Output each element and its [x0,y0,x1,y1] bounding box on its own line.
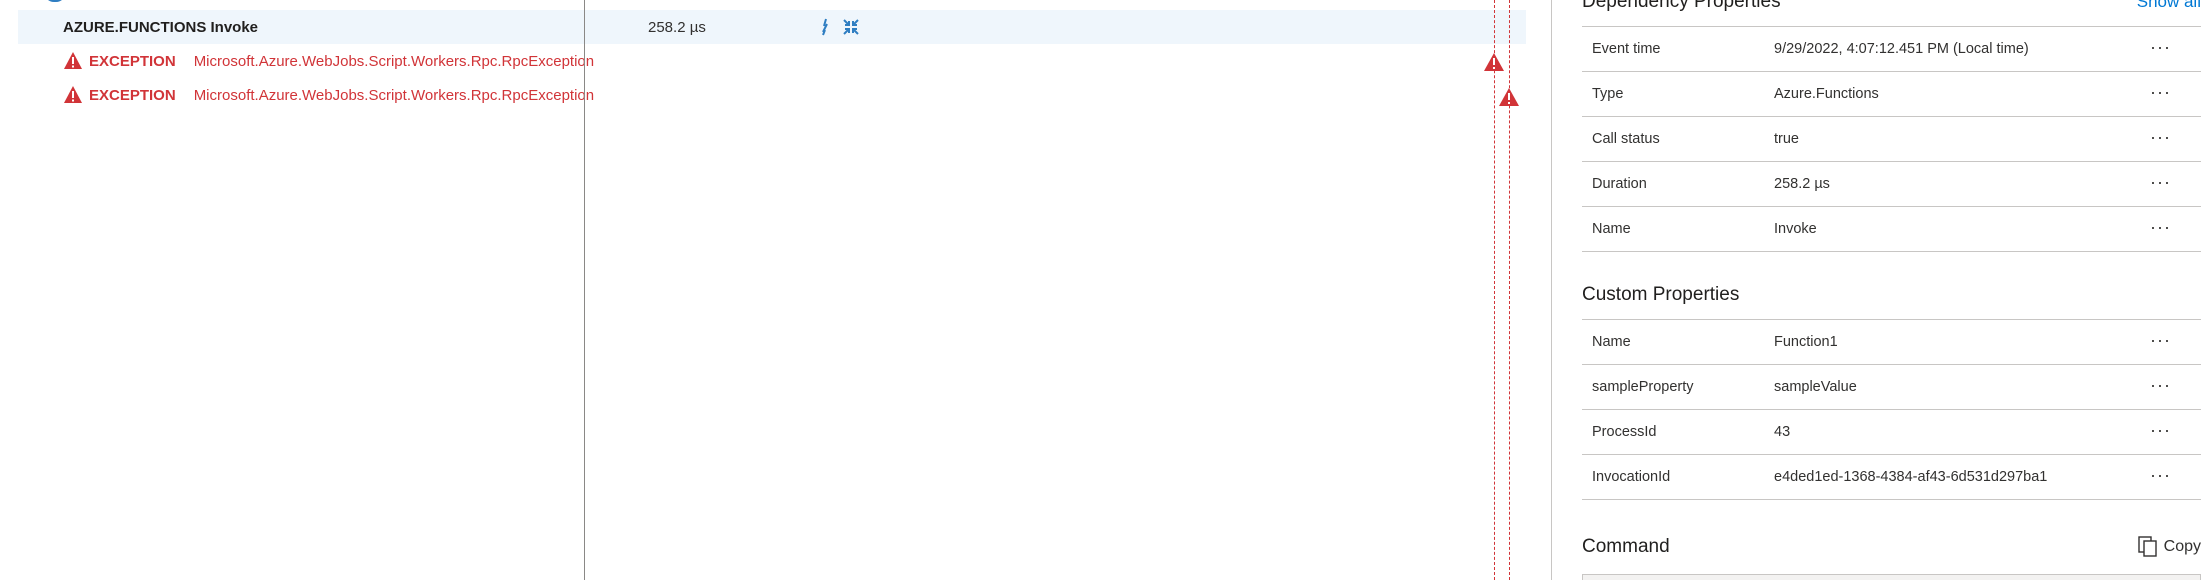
command-title: Command [1582,536,1670,557]
property-row: Duration 258.2 µs ··· [1582,162,2201,207]
collapse-icon[interactable] [842,18,860,36]
property-value: Function1 [1774,334,1838,350]
dependency-duration: 258.2 µs [648,18,706,36]
property-key: Duration [1592,176,1647,192]
property-value: Azure.Functions [1774,86,1879,102]
dependency-row[interactable]: AZURE.FUNCTIONS Invoke 258.2 µs [0,10,1540,44]
more-icon[interactable]: ··· [2150,420,2171,441]
dependency-name: AZURE.FUNCTIONS Invoke [63,18,259,36]
property-key: ProcessId [1592,424,1657,440]
exception-type: Microsoft.Azure.WebJobs.Script.Workers.R… [193,52,595,70]
property-row: Name Function1 ··· [1582,320,2201,365]
copy-icon [2137,536,2157,557]
dependency-properties-title: Dependency Properties [1582,0,1781,12]
exception-row[interactable]: EXCEPTION Microsoft.Azure.WebJobs.Script… [0,44,1540,78]
more-icon[interactable]: ··· [2150,330,2171,351]
more-icon[interactable]: ··· [2150,172,2171,193]
exception-marker-line [1494,0,1495,580]
property-value: sampleValue [1774,379,1857,395]
exception-label: EXCEPTION [89,52,176,70]
property-row: Call status true ··· [1582,117,2201,162]
command-box[interactable] [1582,574,2201,580]
exception-entry: EXCEPTION Microsoft.Azure.WebJobs.Script… [63,51,594,71]
property-key: Call status [1592,131,1660,147]
property-value: 43 [1774,424,1791,440]
property-value: 258.2 µs [1774,176,1830,192]
properties-pane: Dependency Properties Show all Event tim… [1582,0,2201,580]
property-value: 9/29/2022, 4:07:12.451 PM (Local time) [1774,41,2029,57]
more-icon[interactable]: ··· [2150,217,2171,238]
property-value: e4ded1ed-1368-4384-af43-6d531d297ba1 [1774,469,2048,485]
more-icon[interactable]: ··· [2150,465,2171,486]
dependency-properties-table: Event time 9/29/2022, 4:07:12.451 PM (Lo… [1582,26,2201,252]
property-row: Type Azure.Functions ··· [1582,72,2201,117]
copy-button[interactable]: Copy [2137,536,2201,558]
property-key: Event time [1592,41,1661,57]
property-key: Name [1592,334,1631,350]
property-key: Name [1592,221,1631,237]
row-actions [820,18,860,36]
more-icon[interactable]: ··· [2150,375,2171,396]
pane-divider[interactable] [1551,0,1552,580]
property-row: Name Invoke ··· [1582,207,2201,252]
warning-icon [64,86,82,103]
operation-icon [44,0,66,2]
copy-label: Copy [2163,538,2201,555]
warning-icon [64,52,82,69]
property-row: sampleProperty sampleValue ··· [1582,365,2201,410]
property-value: Invoke [1774,221,1817,237]
exception-entry: EXCEPTION Microsoft.Azure.WebJobs.Script… [63,85,594,105]
custom-properties-title: Custom Properties [1582,284,1740,305]
property-row: Event time 9/29/2022, 4:07:12.451 PM (Lo… [1582,27,2201,72]
exception-type: Microsoft.Azure.WebJobs.Script.Workers.R… [193,86,595,104]
property-row: ProcessId 43 ··· [1582,410,2201,455]
warning-icon[interactable] [1498,87,1520,107]
more-icon[interactable]: ··· [2150,127,2171,148]
property-row: InvocationId e4ded1ed-1368-4384-af43-6d5… [1582,455,2201,500]
custom-properties-table: Name Function1 ··· sampleProperty sample… [1582,319,2201,500]
exception-row[interactable]: EXCEPTION Microsoft.Azure.WebJobs.Script… [0,78,1540,112]
property-key: InvocationId [1592,469,1671,485]
more-icon[interactable]: ··· [2150,37,2171,58]
warning-icon[interactable] [1483,52,1505,72]
property-key: sampleProperty [1592,379,1694,395]
timeline-pane: AZURE.FUNCTIONS Invoke 258.2 µs EXCEPTIO… [0,0,1540,580]
property-key: Type [1592,86,1624,102]
fork-icon[interactable] [820,18,830,36]
exception-label: EXCEPTION [89,86,176,104]
more-icon[interactable]: ··· [2150,82,2171,103]
column-divider[interactable] [584,0,585,580]
property-value: true [1774,131,1799,147]
show-all-link[interactable]: Show all [2137,0,2201,12]
